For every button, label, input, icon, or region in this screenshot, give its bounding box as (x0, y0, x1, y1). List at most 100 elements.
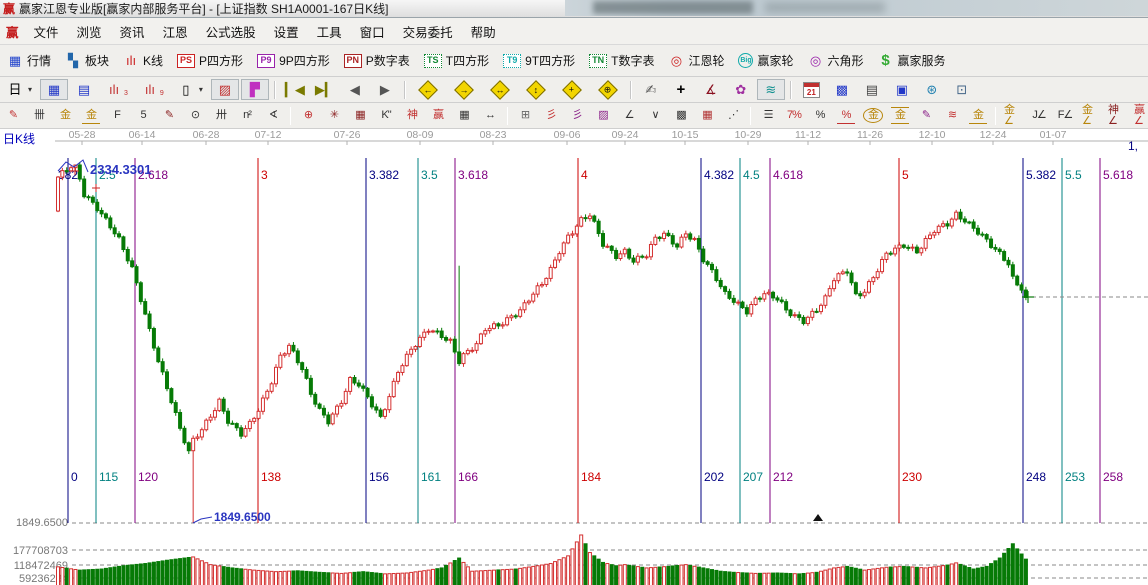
k-mark-button[interactable]: K" (373, 105, 399, 126)
winner-wheel-button[interactable]: Big赢家轮 (732, 49, 799, 72)
save-button[interactable]: ▣ (888, 79, 916, 100)
gold-angle-2-button[interactable]: 金∠ (1078, 105, 1104, 126)
crosshair-button[interactable]: + (667, 79, 695, 100)
wave-red-button[interactable]: ≋ (939, 105, 965, 126)
span-measure-button[interactable]: ↔ (477, 105, 503, 126)
percent-red-button[interactable]: % (833, 105, 859, 127)
jump-first-button[interactable]: ▎◀ (281, 79, 309, 100)
candle-style-dropdown-icon[interactable]: ▾ (199, 85, 203, 94)
mirror-angle-button[interactable]: ∢ (260, 105, 286, 126)
color-histogram-button[interactable]: ▛ (241, 79, 269, 100)
window-frame-button[interactable]: ⊞ (512, 105, 538, 126)
t-square-button[interactable]: TST四方形 (418, 49, 495, 72)
9p-square-button[interactable]: P99P四方形 (251, 49, 336, 72)
gann-wheel-button[interactable]: ◎江恩轮 (662, 49, 730, 72)
slant-lines-button[interactable]: ⋰ (720, 105, 746, 126)
gold-lines-button[interactable]: 金 (887, 104, 913, 127)
quote-button[interactable]: ▦行情 (1, 49, 57, 72)
grid-123-button[interactable]: ▦ (451, 105, 477, 126)
zoom-vertical-button[interactable]: ↕ (519, 78, 553, 102)
time-circle-button[interactable]: ⊙ (182, 105, 208, 126)
ying-grid-button[interactable]: 赢 (425, 105, 451, 126)
calculator-button[interactable]: ▩ (828, 79, 856, 100)
menu-tools[interactable]: 工具 (308, 24, 351, 42)
overlapping-window-artifact (565, 0, 1148, 16)
star-burst-button[interactable]: ✳ (321, 105, 347, 126)
notes-button[interactable]: ▤ (858, 79, 886, 100)
bars-3-button[interactable]: ılı3 (100, 79, 134, 100)
menu-trade-entrust[interactable]: 交易委托 (394, 24, 462, 42)
move-all-button[interactable]: ⊕ (591, 78, 625, 102)
angle-measure-button[interactable]: ∡ (697, 79, 725, 100)
grid-target-button[interactable]: ▦ (347, 105, 373, 126)
grid-red-button[interactable]: ▦ (694, 105, 720, 126)
menu-gann[interactable]: 江恩 (154, 24, 197, 42)
export-web-button[interactable]: ⊛ (918, 79, 946, 100)
f-angle-button[interactable]: F∠ (1052, 105, 1078, 126)
menu-browse[interactable]: 浏览 (68, 24, 111, 42)
time-circle-icon: ⊙ (186, 108, 204, 123)
zigzag-button[interactable]: ∨ (642, 105, 668, 126)
gold-square-2-button[interactable]: 金 (78, 105, 104, 127)
shift-right-button[interactable]: → (447, 78, 481, 102)
kline-button[interactable]: ılıK线 (117, 49, 169, 72)
shen-grid-button[interactable]: 神 (399, 105, 425, 126)
step-back-button[interactable]: ◀ (341, 79, 369, 100)
menu-news[interactable]: 资讯 (111, 24, 154, 42)
f-square-button[interactable]: F (104, 105, 130, 126)
n-square-button[interactable]: n² (234, 105, 260, 126)
hexagon-button[interactable]: ◎六角形 (802, 49, 870, 72)
candle-style-button[interactable]: ▯▾ (172, 79, 209, 100)
pen-stamp-button[interactable]: ✎ (913, 105, 939, 126)
wave-sketch-button[interactable]: ≋ (757, 79, 785, 100)
purple-tool-button[interactable]: ✿ (727, 79, 755, 100)
fence-2-button[interactable]: 卅 (208, 105, 234, 126)
pen-button[interactable]: ✎ (0, 105, 26, 126)
zoom-all-button[interactable]: + (555, 78, 589, 102)
f10-info-button[interactable]: ▤ (70, 79, 98, 100)
zoom-horizontal-button[interactable]: ↔ (483, 78, 517, 102)
shen-angle-button[interactable]: 神∠ (1104, 105, 1130, 126)
t-number-table-button[interactable]: TNT数字表 (583, 49, 660, 72)
bars-9-button[interactable]: ılı9 (136, 79, 170, 100)
calendar-button[interactable]: 21 (797, 79, 826, 101)
fan-box-button[interactable]: 彡 (564, 105, 590, 126)
period-daily-dropdown-icon[interactable]: ▾ (28, 85, 32, 94)
sector-button[interactable]: ▚板块 (59, 49, 115, 72)
fan-lines-button[interactable]: 彡 (538, 105, 564, 126)
percent-slope-button[interactable]: 7% (781, 105, 807, 126)
menu-formula-select[interactable]: 公式选股 (197, 24, 265, 42)
hand-pan-button[interactable]: ✍ (637, 79, 665, 100)
percent-button[interactable]: % (807, 105, 833, 126)
j-angle-button[interactable]: J∠ (1026, 105, 1052, 126)
trend-angle-button[interactable]: ∠ (616, 105, 642, 126)
p-number-table-button[interactable]: PNP数字表 (338, 49, 416, 72)
gann-grid-button[interactable]: ▦ (40, 79, 68, 100)
gold-square-button[interactable]: 金 (52, 105, 78, 126)
gold-underline-button[interactable]: 金 (965, 105, 991, 127)
9t-square-button[interactable]: T99T四方形 (497, 49, 581, 72)
print-button[interactable]: ⊡ (948, 79, 976, 100)
kline-chart[interactable]: 05-2806-1406-2807-1207-2608-0908-2309-06… (0, 129, 1148, 585)
menu-file[interactable]: 文件 (25, 24, 68, 42)
pen-2-button[interactable]: ✎ (156, 105, 182, 126)
indicator-panel-button[interactable]: ☰ (755, 105, 781, 126)
jump-last-button[interactable]: ▶▎ (311, 79, 339, 100)
gann-box-button[interactable]: ▨ (211, 79, 239, 100)
shift-left-button[interactable]: ← (411, 78, 445, 102)
menu-settings[interactable]: 设置 (265, 24, 308, 42)
period-daily-button[interactable]: 日▾ (1, 79, 38, 100)
menu-help[interactable]: 帮助 (462, 24, 505, 42)
target-circle-button[interactable]: ⊕ (295, 105, 321, 126)
grid-dark-button[interactable]: ▩ (668, 105, 694, 126)
step-forward-button[interactable]: ▶ (371, 79, 399, 100)
ying-angle-button[interactable]: 赢∠ (1130, 105, 1148, 126)
winner-service-button[interactable]: $赢家服务 (872, 49, 952, 72)
menu-window-menu[interactable]: 窗口 (351, 24, 394, 42)
gold-angle-button[interactable]: 金∠ (1000, 105, 1026, 126)
p-square-button[interactable]: PSP四方形 (171, 49, 249, 72)
net-box-button[interactable]: ▨ (590, 105, 616, 126)
gold-circle-button[interactable]: 金 (859, 105, 887, 126)
gann-fence-button[interactable]: 卌 (26, 105, 52, 126)
five-square-button[interactable]: 5 (130, 105, 156, 126)
